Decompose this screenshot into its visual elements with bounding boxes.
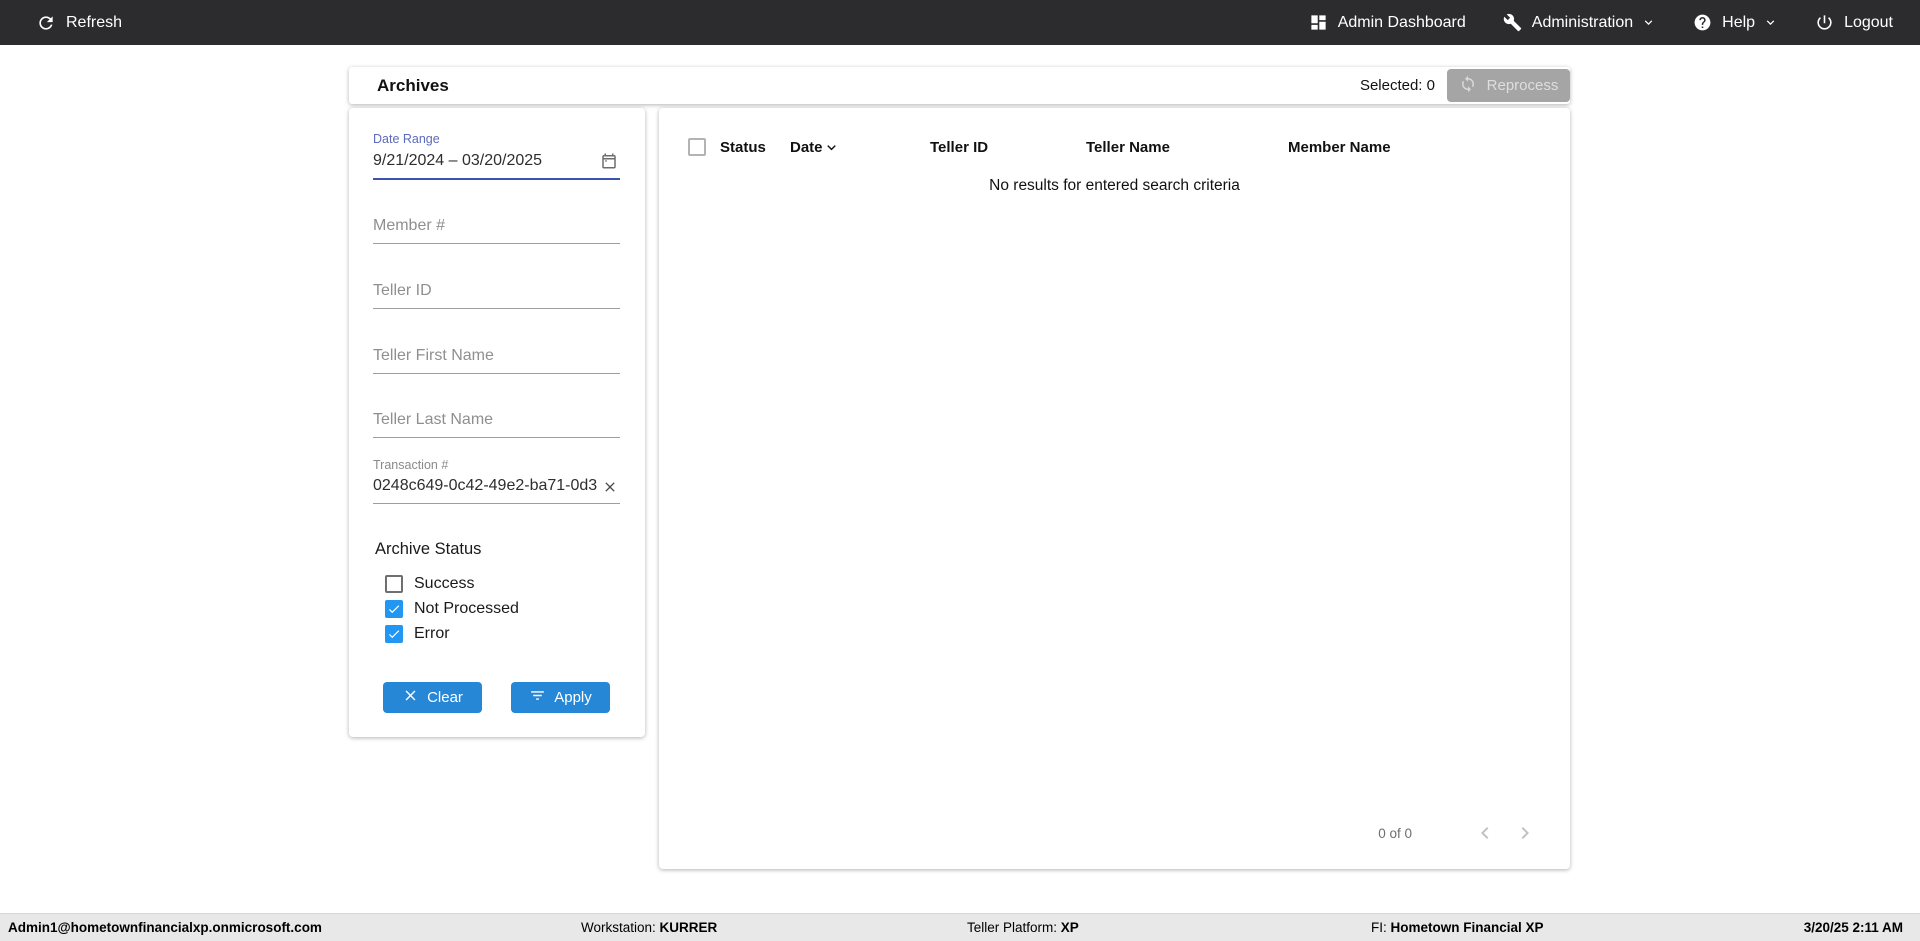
sync-icon	[1459, 75, 1477, 97]
help-icon	[1693, 13, 1712, 32]
checkbox-row-not-processed[interactable]: Not Processed	[385, 600, 519, 618]
checkbox-row-error[interactable]: Error	[385, 625, 450, 643]
admin-dashboard-label: Admin Dashboard	[1337, 13, 1466, 31]
teller-last-name-input[interactable]	[373, 411, 620, 429]
previous-page-button[interactable]	[1473, 821, 1497, 845]
refresh-label: Refresh	[66, 13, 123, 31]
calendar-icon[interactable]	[600, 152, 618, 170]
pagination-count: 0 of 0	[1378, 825, 1412, 841]
filter-panel: Date Range Transaction # Archive Status …	[349, 108, 645, 737]
member-number-input[interactable]	[373, 217, 620, 235]
teller-id-input[interactable]	[373, 282, 620, 300]
logout-label: Logout	[1844, 13, 1893, 31]
column-header-member-name[interactable]: Member Name	[1288, 139, 1391, 156]
chevron-down-icon	[1763, 15, 1778, 30]
apply-button[interactable]: Apply	[511, 682, 610, 713]
status-datetime: 3/20/25 2:11 AM	[1803, 920, 1903, 935]
teller-id-underline	[373, 308, 620, 309]
apply-button-label: Apply	[554, 689, 592, 706]
chevron-down-icon	[1641, 15, 1656, 30]
sort-arrow-icon	[823, 139, 840, 156]
column-header-status[interactable]: Status	[720, 139, 766, 156]
clear-button-label: Clear	[427, 689, 463, 706]
refresh-icon	[36, 13, 56, 33]
help-menu[interactable]: Help	[1693, 13, 1778, 32]
fi-info: FI: Hometown Financial XP	[1371, 920, 1544, 935]
clear-button[interactable]: Clear	[383, 682, 482, 713]
checkbox-row-success[interactable]: Success	[385, 575, 474, 593]
transaction-number-input[interactable]	[373, 477, 597, 495]
date-range-label: Date Range	[373, 132, 440, 146]
status-bar: Admin1@hometownfinancialxp.onmicrosoft.c…	[0, 913, 1920, 941]
column-header-date[interactable]: Date	[790, 139, 840, 156]
column-header-teller-id[interactable]: Teller ID	[930, 139, 988, 156]
teller-first-name-input[interactable]	[373, 347, 620, 365]
checkbox-label: Success	[414, 575, 475, 592]
teller-first-name-underline	[373, 373, 620, 374]
dashboard-icon	[1309, 13, 1328, 32]
archives-header-bar: Archives Selected: 0 Reprocess	[349, 67, 1570, 104]
logged-in-user: Admin1@hometownfinancialxp.onmicrosoft.c…	[8, 920, 322, 935]
reprocess-button[interactable]: Reprocess	[1447, 69, 1570, 102]
page-title: Archives	[377, 75, 449, 95]
teller-platform-info: Teller Platform: XP	[967, 920, 1079, 935]
column-header-teller-name[interactable]: Teller Name	[1086, 139, 1170, 156]
help-label: Help	[1722, 13, 1756, 31]
checkbox-success[interactable]	[385, 575, 403, 593]
administration-label: Administration	[1531, 13, 1634, 31]
workstation-info: Workstation: KURRER	[581, 920, 718, 935]
wrench-icon	[1503, 13, 1522, 32]
transaction-number-underline	[373, 503, 620, 504]
checkbox-error[interactable]	[385, 625, 403, 643]
select-all-checkbox[interactable]	[688, 138, 706, 156]
results-table: Status Date Teller ID Teller Name Member…	[659, 108, 1570, 869]
power-icon	[1815, 13, 1834, 32]
filter-icon	[529, 687, 546, 708]
pagination: 0 of 0	[1378, 821, 1537, 845]
teller-last-name-underline	[373, 437, 620, 438]
reprocess-label: Reprocess	[1486, 77, 1559, 94]
refresh-button[interactable]: Refresh	[36, 13, 122, 33]
date-range-underline	[373, 178, 620, 180]
top-bar: Refresh Admin Dashboard Administration H…	[0, 0, 1920, 45]
checkbox-not-processed[interactable]	[385, 600, 403, 618]
clear-field-icon[interactable]	[602, 479, 618, 495]
close-icon	[402, 687, 419, 708]
empty-results-message: No results for entered search criteria	[989, 177, 1240, 194]
administration-menu[interactable]: Administration	[1503, 13, 1656, 32]
date-range-input[interactable]	[373, 152, 595, 170]
archive-status-heading: Archive Status	[375, 540, 482, 558]
admin-dashboard-button[interactable]: Admin Dashboard	[1309, 13, 1466, 32]
checkbox-label: Not Processed	[414, 600, 519, 617]
transaction-number-label: Transaction #	[373, 458, 449, 472]
logout-button[interactable]: Logout	[1815, 13, 1893, 32]
member-number-underline	[373, 243, 620, 244]
next-page-button[interactable]	[1513, 821, 1537, 845]
selected-count: Selected: 0	[1359, 77, 1435, 94]
checkbox-label: Error	[414, 625, 450, 642]
